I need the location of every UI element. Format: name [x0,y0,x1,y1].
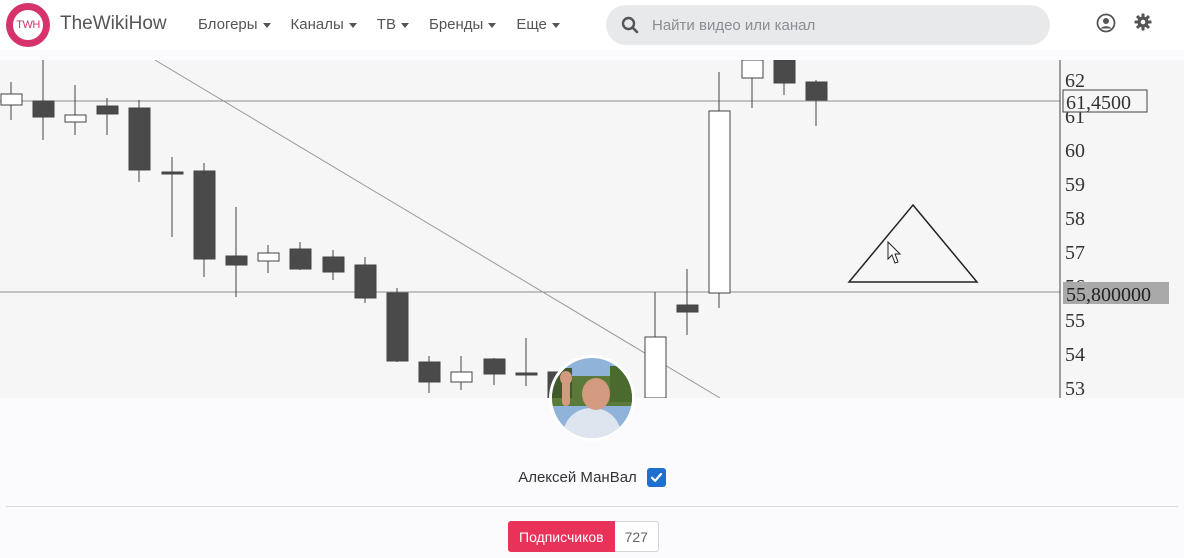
logo-text: TWH [11,8,45,42]
main-menu: Блогеры Каналы ТВ Бренды Еще [198,16,560,33]
price-tick-label: 58 [1065,208,1085,230]
subscriber-count: 727 [614,521,659,552]
cover-candlestick-image: 62 61 60 59 58 57 56 55 54 53 61,4500 55… [0,60,1169,398]
price-label-top: 61,4500 [1066,92,1131,114]
divider [6,506,1178,507]
search-bar [606,5,1050,45]
avatar-photo [552,358,632,438]
price-tick-label: 55 [1065,310,1085,332]
caret-down-icon [551,23,560,28]
search-icon[interactable] [621,16,639,34]
top-navbar: TWH TheWikiHow Блогеры Каналы ТВ Бренды … [0,0,1184,50]
channel-cover: 62 61 60 59 58 57 56 55 54 53 61,4500 55… [0,60,1184,398]
caret-down-icon [348,23,357,28]
gear-icon[interactable] [1134,13,1152,31]
user-icon[interactable] [1096,13,1116,33]
menu-item-brands[interactable]: Бренды [428,16,497,33]
search-input[interactable] [652,13,1032,37]
caret-down-icon [262,23,271,28]
menu-item-more[interactable]: Еще [516,16,560,33]
price-tick-label: 60 [1065,140,1085,162]
channel-avatar[interactable] [549,355,635,441]
price-tick-label: 53 [1065,378,1085,398]
menu-label: Блогеры [198,16,258,33]
price-tick-label: 59 [1065,174,1085,196]
menu-label: Каналы [290,16,344,33]
verified-check-icon [646,468,666,487]
menu-item-channels[interactable]: Каналы [291,16,357,33]
brand-name[interactable]: TheWikiHow [60,13,167,35]
price-label-bottom: 55,800000 [1066,284,1151,306]
site-logo[interactable]: TWH [6,3,50,47]
caret-down-icon [488,23,497,28]
channel-name-row: Алексей МанВал [0,468,1184,487]
menu-item-bloggers[interactable]: Блогеры [198,16,271,33]
menu-label: ТВ [376,16,396,33]
channel-name: Алексей МанВал [518,469,637,486]
subscribe-group: Подписчиков 727 [508,521,659,552]
subscribe-button[interactable]: Подписчиков [508,521,615,552]
price-tick-label: 62 [1065,70,1085,92]
menu-label: Бренды [428,16,484,33]
menu-label: Еще [516,16,547,33]
menu-item-tv[interactable]: ТВ [377,16,409,33]
price-tick-label: 54 [1065,344,1085,366]
caret-down-icon [400,23,409,28]
price-tick-label: 57 [1065,242,1085,264]
